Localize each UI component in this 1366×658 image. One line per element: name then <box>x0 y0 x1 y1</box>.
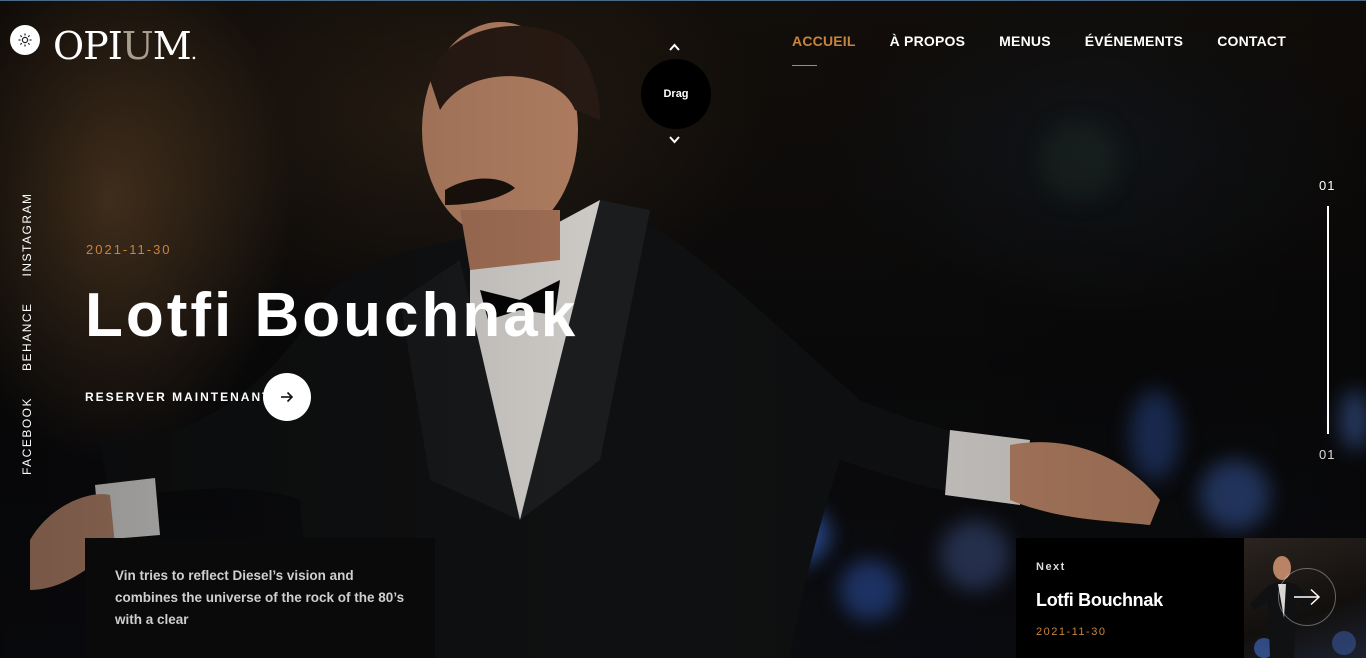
main-nav: ACCUEIL À PROPOS MENUS ÉVÉNEMENTS CONTAC… <box>792 33 1286 66</box>
reserve-button[interactable]: RESERVER MAINTENANT <box>85 373 311 421</box>
site-logo[interactable]: OPIUM. <box>53 23 197 75</box>
nav-item-contact[interactable]: CONTACT <box>1217 33 1286 49</box>
event-date: 2021-11-30 <box>86 242 172 257</box>
nav-item-a-propos[interactable]: À PROPOS <box>890 33 966 49</box>
arrow-right-icon <box>281 391 294 403</box>
social-links: FACEBOOK BEHANCE INSTAGRAM <box>20 193 34 476</box>
next-title: Lotfi Bouchnak <box>1036 590 1163 610</box>
top-border <box>0 0 1366 1</box>
slide-progress-bar <box>1327 206 1329 434</box>
drag-handle[interactable]: Drag <box>641 59 711 129</box>
social-link-instagram[interactable]: INSTAGRAM <box>20 193 34 277</box>
chevron-down-icon[interactable] <box>668 134 681 146</box>
nav-item-menus[interactable]: MENUS <box>999 33 1051 49</box>
sun-icon <box>18 33 32 47</box>
nav-item-accueil[interactable]: ACCUEIL <box>792 33 856 66</box>
drag-label: Drag <box>663 88 689 100</box>
arrow-right-icon <box>1294 588 1321 606</box>
event-title: Lotfi Bouchnak <box>85 281 579 350</box>
theme-toggle-button[interactable] <box>10 25 40 55</box>
social-link-behance[interactable]: BEHANCE <box>20 302 34 371</box>
social-link-facebook[interactable]: FACEBOOK <box>20 397 34 475</box>
reserve-button-label: RESERVER MAINTENANT <box>85 390 272 404</box>
chevron-up-icon[interactable] <box>668 41 681 53</box>
next-label: Next <box>1036 561 1066 573</box>
description-card: Vin tries to reflect Diesel’s vision and… <box>85 538 435 658</box>
nav-item-evenements[interactable]: ÉVÉNEMENTS <box>1085 33 1183 49</box>
next-slide-button[interactable] <box>1278 568 1336 626</box>
slide-total: 01 <box>1319 447 1336 462</box>
description-text: Vin tries to reflect Diesel’s vision and… <box>115 568 405 627</box>
slide-current: 01 <box>1319 178 1336 193</box>
next-date: 2021-11-30 <box>1036 626 1107 638</box>
